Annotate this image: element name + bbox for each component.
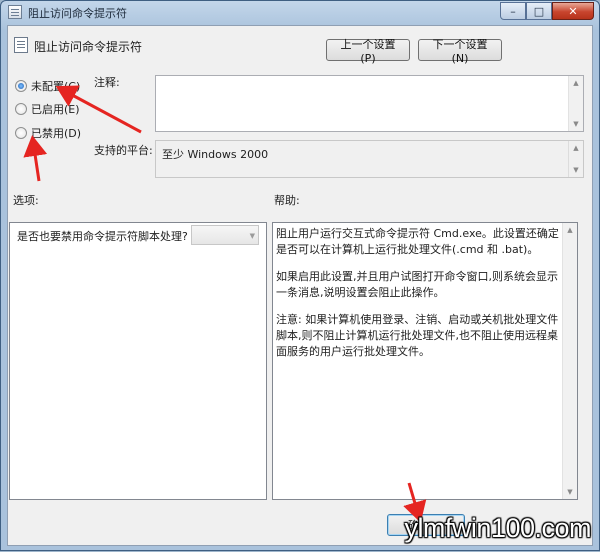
help-paragraph: 阻止用户运行交互式命令提示符 Cmd.exe。此设置还确定是否可以在计算机上运行… [276, 227, 559, 256]
scroll-up-icon[interactable]: ▲ [569, 141, 583, 155]
scroll-down-icon[interactable]: ▼ [563, 485, 577, 499]
comment-textarea[interactable]: ▲ ▼ [155, 75, 584, 132]
title-bar[interactable]: 阻止访问命令提示符 – □ ✕ [1, 1, 599, 23]
dialog-window: 阻止访问命令提示符 – □ ✕ 阻止访问命令提示符 上一个设置(P) 下一个设置… [0, 0, 600, 551]
radio-enabled[interactable]: 已启用(E) [15, 101, 80, 117]
window-title: 阻止访问命令提示符 [28, 7, 127, 20]
watermark: ylmfwin100.com [404, 513, 591, 543]
radio-not-configured[interactable]: 未配置(C) [15, 78, 80, 94]
caption-buttons: – □ ✕ [500, 2, 594, 20]
radio-enabled-label: 已启用(E) [31, 103, 80, 116]
radio-disabled-indicator[interactable] [15, 127, 27, 139]
scroll-down-icon[interactable]: ▼ [569, 117, 583, 131]
radio-enabled-indicator[interactable] [15, 103, 27, 115]
radio-not-configured-label: 未配置(C) [31, 80, 81, 93]
help-label: 帮助: [274, 194, 300, 207]
script-processing-select[interactable]: ▼ [191, 225, 259, 245]
platform-scrollbar[interactable]: ▲ ▼ [568, 141, 583, 177]
comment-scrollbar[interactable]: ▲ ▼ [568, 76, 583, 131]
scroll-up-icon[interactable]: ▲ [563, 223, 577, 237]
minimize-button[interactable]: – [500, 2, 526, 20]
scroll-up-icon[interactable]: ▲ [569, 76, 583, 90]
options-label: 选项: [13, 194, 39, 207]
radio-disabled[interactable]: 已禁用(D) [15, 125, 81, 141]
help-paragraph: 如果启用此设置,并且用户试图打开命令窗口,则系统会显示一条消息,说明设置会阻止此… [276, 270, 558, 299]
help-scrollbar[interactable]: ▲ ▼ [562, 223, 577, 499]
dialog-client-area: 阻止访问命令提示符 上一个设置(P) 下一个设置(N) 未配置(C) 已启用(E… [7, 25, 593, 546]
previous-setting-button[interactable]: 上一个设置(P) [326, 38, 410, 65]
close-button[interactable]: ✕ [552, 2, 594, 20]
supported-platform-value: 至少 Windows 2000 [162, 148, 269, 161]
policy-title: 阻止访问命令提示符 [34, 40, 143, 54]
supported-platform-label: 支持的平台: [94, 144, 153, 157]
help-paragraph: 注意: 如果计算机使用登录、注销、启动或关机批处理文件脚本,则不阻止计算机运行批… [276, 313, 559, 358]
options-question: 是否也要禁用命令提示符脚本处理? [17, 230, 188, 243]
radio-not-configured-indicator[interactable] [15, 80, 27, 92]
chevron-down-icon: ▼ [249, 232, 255, 240]
comment-label: 注释: [94, 76, 120, 89]
policy-setting-icon [14, 37, 28, 53]
help-panel: 阻止用户运行交互式命令提示符 Cmd.exe。此设置还确定是否可以在计算机上运行… [272, 222, 578, 500]
supported-platform-field: 至少 Windows 2000 ▲ ▼ [155, 140, 584, 178]
maximize-button[interactable]: □ [526, 2, 552, 20]
radio-disabled-label: 已禁用(D) [31, 127, 82, 140]
options-panel: 是否也要禁用命令提示符脚本处理? ▼ [9, 222, 267, 500]
help-text: 阻止用户运行交互式命令提示符 Cmd.exe。此设置还确定是否可以在计算机上运行… [276, 226, 559, 371]
next-setting-button[interactable]: 下一个设置(N) [418, 38, 502, 65]
policy-document-icon [8, 5, 22, 19]
scroll-down-icon[interactable]: ▼ [569, 163, 583, 177]
